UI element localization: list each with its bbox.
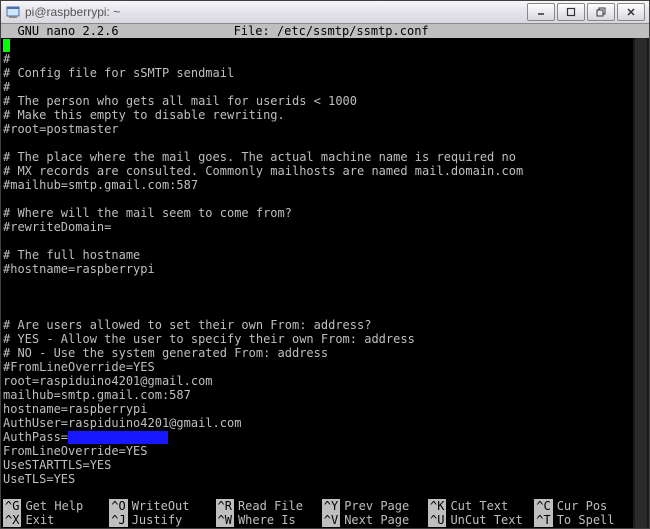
file-line: UseTLS=YES <box>3 472 75 486</box>
file-line: # The person who gets all mail for useri… <box>3 94 357 108</box>
putty-icon <box>5 4 21 20</box>
shortcut-cur-pos[interactable]: ^CCur Pos <box>534 499 640 513</box>
nano-shortcut-bar: ^GGet Help ^OWriteOut ^RRead File ^YPrev… <box>1 499 649 528</box>
shortcut-prev-page[interactable]: ^YPrev Page <box>322 499 428 513</box>
file-line: # YES - Allow the user to specify their … <box>3 332 415 346</box>
putty-window: pi@raspberrypi: ~ <box>0 0 650 529</box>
nano-editor-body[interactable]: # # Config file for sSMTP sendmail # # T… <box>1 38 649 499</box>
file-line: # Where will the mail seem to come from? <box>3 206 292 220</box>
shortcut-next-page[interactable]: ^VNext Page <box>322 513 428 527</box>
file-line: #FromLineOverride=YES <box>3 360 155 374</box>
nano-filename: File: /etc/ssmtp/ssmtp.conf <box>183 24 647 38</box>
redacted-password <box>68 431 168 444</box>
file-line: #rewriteDomain= <box>3 220 111 234</box>
restore-button[interactable] <box>587 3 615 21</box>
file-line: FromLineOverride=YES <box>3 444 148 458</box>
shortcut-uncut-text[interactable]: ^UUnCut Text <box>428 513 534 527</box>
nano-header: GNU nano 2.2.6 File: /etc/ssmtp/ssmtp.co… <box>1 24 649 38</box>
file-line: #hostname=raspberrypi <box>3 262 155 276</box>
file-line: hostname=raspberrypi <box>3 402 148 416</box>
window-controls <box>527 3 645 21</box>
file-line: #mailhub=smtp.gmail.com:587 <box>3 178 198 192</box>
shortcut-read-file[interactable]: ^RRead File <box>216 499 322 513</box>
file-line: # NO - Use the system generated From: ad… <box>3 346 328 360</box>
maximize-button[interactable] <box>557 3 585 21</box>
file-line: # <box>3 80 10 94</box>
shortcut-where-is[interactable]: ^WWhere Is <box>216 513 322 527</box>
scrollbar[interactable] <box>633 38 649 528</box>
text-cursor <box>3 39 10 52</box>
scrollbar-thumb[interactable] <box>635 38 647 528</box>
shortcut-to-spell[interactable]: ^TTo Spell <box>534 513 640 527</box>
file-line: UseSTARTTLS=YES <box>3 458 111 472</box>
file-line: mailhub=smtp.gmail.com:587 <box>3 388 191 402</box>
file-line: # Config file for sSMTP sendmail <box>3 66 234 80</box>
file-line: # MX records are consulted. Commonly mai… <box>3 164 523 178</box>
window-title: pi@raspberrypi: ~ <box>25 5 527 19</box>
nano-version: GNU nano 2.2.6 <box>3 24 183 38</box>
file-line: # Are users allowed to set their own Fro… <box>3 318 371 332</box>
file-line: #root=postmaster <box>3 122 119 136</box>
shortcut-writeout[interactable]: ^OWriteOut <box>109 499 215 513</box>
file-line: # <box>3 52 10 66</box>
shortcut-get-help[interactable]: ^GGet Help <box>3 499 109 513</box>
window-titlebar[interactable]: pi@raspberrypi: ~ <box>1 1 649 24</box>
file-line: # The full hostname <box>3 248 140 262</box>
file-line: # Make this empty to disable rewriting. <box>3 108 285 122</box>
close-button[interactable] <box>617 3 645 21</box>
file-line: AuthUser=raspiduino4201@gmail.com <box>3 416 241 430</box>
terminal-area[interactable]: GNU nano 2.2.6 File: /etc/ssmtp/ssmtp.co… <box>1 24 649 528</box>
shortcut-justify[interactable]: ^JJustify <box>109 513 215 527</box>
minimize-button[interactable] <box>527 3 555 21</box>
shortcut-cut-text[interactable]: ^KCut Text <box>428 499 534 513</box>
file-line: root=raspiduino4201@gmail.com <box>3 374 213 388</box>
shortcut-exit[interactable]: ^XExit <box>3 513 109 527</box>
file-line: # The place where the mail goes. The act… <box>3 150 516 164</box>
file-line: AuthPass= <box>3 430 68 444</box>
